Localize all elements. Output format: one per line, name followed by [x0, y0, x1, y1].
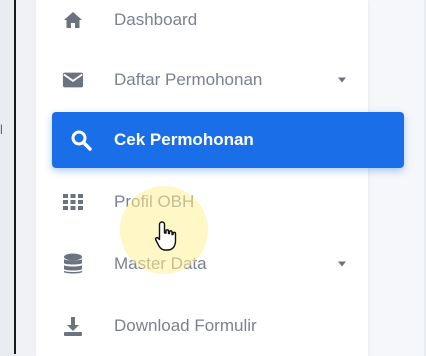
edge-mark: | — [0, 124, 3, 135]
database-icon — [62, 253, 84, 275]
envelope-icon — [62, 69, 84, 91]
content-area — [368, 0, 424, 356]
search-icon — [70, 129, 92, 151]
sidebar-item-label: Cek Permohonan — [114, 130, 254, 149]
sidebar: Dashboard Daftar Permohonan Cek Permohon… — [36, 0, 404, 356]
sidebar-rail — [16, 0, 36, 356]
sidebar-item-cek-permohonan[interactable]: Cek Permohonan — [52, 112, 404, 168]
download-icon — [62, 315, 84, 337]
sidebar-item-label: Download Formulir — [114, 316, 257, 335]
sidebar-item-label: Dashboard — [114, 10, 198, 29]
grid-icon — [62, 191, 84, 213]
chevron-down-icon — [338, 77, 346, 83]
sidebar-item-daftar-permohonan[interactable]: Daftar Permohonan — [36, 56, 368, 104]
chevron-down-icon — [338, 261, 346, 267]
hand-cursor-icon — [154, 220, 180, 252]
sidebar-item-download-formulir[interactable]: Download Formulir — [36, 302, 368, 350]
home-icon — [62, 9, 84, 31]
sidebar-item-dashboard[interactable]: Dashboard — [36, 0, 368, 44]
sidebar-item-label: Daftar Permohonan — [114, 70, 263, 89]
